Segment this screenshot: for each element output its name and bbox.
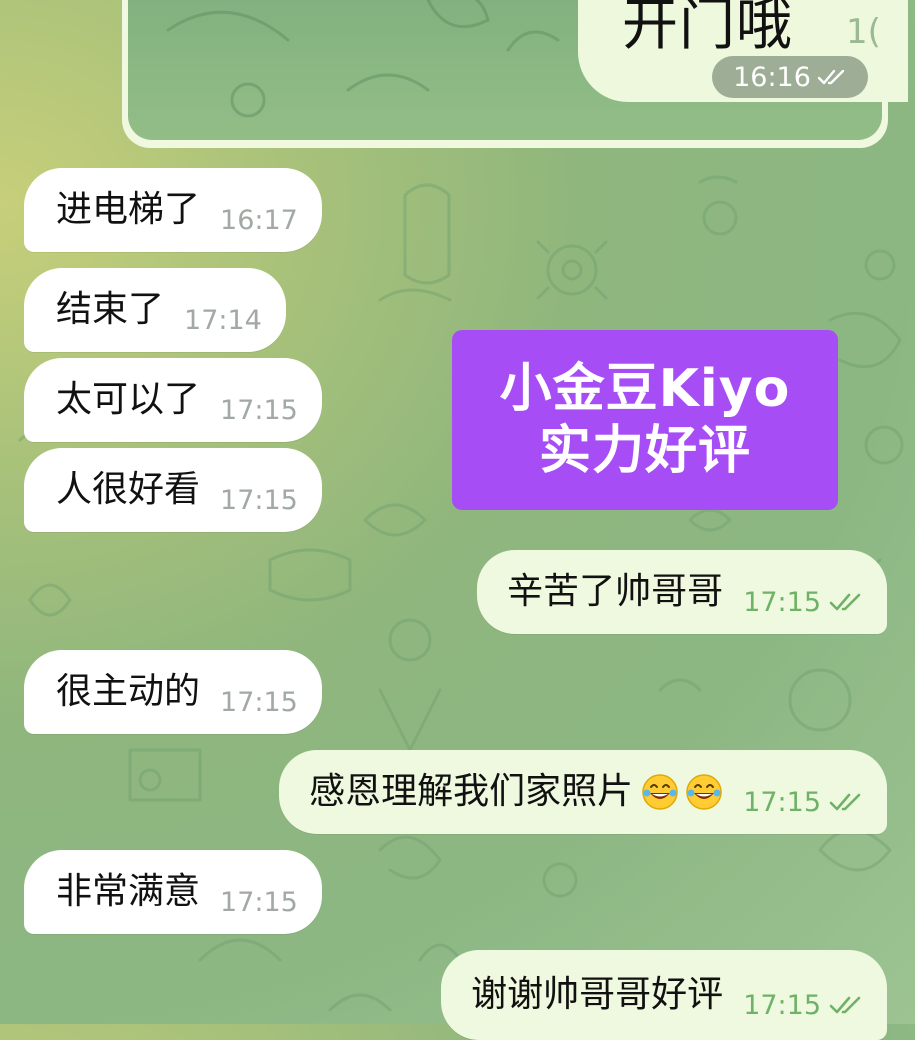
message-time: 17:14 (184, 304, 262, 336)
message-time: 17:15 (220, 394, 298, 426)
read-receipt (829, 995, 863, 1015)
message-outgoing[interactable]: 辛苦了帅哥哥 17:15 (477, 550, 887, 634)
message-text: 太可以了 (56, 379, 201, 420)
message-text: 感恩理解我们家照片 (309, 771, 634, 812)
read-receipt (829, 792, 863, 812)
double-check-icon (829, 593, 861, 611)
promo-line-1: 小金豆Kiyo (499, 358, 791, 419)
image-message[interactable]: 开门哦 1( 16:16 (122, 0, 908, 148)
image-message-partial-time: 1( (846, 12, 881, 52)
message-incoming[interactable]: 非常满意 17:15 (24, 850, 322, 934)
laughing-tears-emoji-icon (642, 774, 678, 810)
double-check-icon (829, 996, 861, 1014)
message-text: 进电梯了 (56, 189, 201, 230)
message-outgoing[interactable]: 谢谢帅哥哥好评 17:15 (441, 950, 887, 1040)
message-text: 非常满意 (56, 871, 201, 912)
message-outgoing[interactable]: 感恩理解我们家照片 17:15 (279, 750, 887, 834)
message-text: 谢谢帅哥哥好评 (471, 974, 724, 1015)
message-incoming[interactable]: 进电梯了 16:17 (24, 168, 322, 252)
message-incoming[interactable]: 太可以了 17:15 (24, 358, 322, 442)
message-time: 17:15 (220, 686, 298, 718)
message-incoming[interactable]: 很主动的 17:15 (24, 650, 322, 734)
double-check-icon (829, 793, 861, 811)
image-message-text: 开门哦 (622, 0, 793, 58)
message-time: 17:15 (743, 586, 821, 618)
message-incoming[interactable]: 结束了 17:14 (24, 268, 286, 352)
promo-overlay: 小金豆Kiyo 实力好评 (452, 330, 838, 510)
image-message-timestamp: 16:16 (712, 56, 868, 98)
message-time: 17:15 (220, 484, 298, 516)
message-time: 17:15 (743, 786, 821, 818)
double-check-icon (817, 69, 845, 85)
message-incoming[interactable]: 人很好看 17:15 (24, 448, 322, 532)
message-text: 辛苦了帅哥哥 (507, 571, 724, 612)
message-time: 17:15 (743, 989, 821, 1021)
message-text: 很主动的 (56, 671, 201, 712)
message-time: 16:17 (220, 204, 298, 236)
message-text: 人很好看 (56, 469, 201, 510)
emoji-group (641, 773, 723, 811)
read-receipt (829, 592, 863, 612)
laughing-tears-emoji-icon (686, 774, 722, 810)
message-text: 结束了 (56, 289, 165, 330)
promo-line-2: 实力好评 (538, 421, 751, 481)
image-message-time: 16:16 (733, 61, 811, 93)
message-time: 17:15 (220, 886, 298, 918)
